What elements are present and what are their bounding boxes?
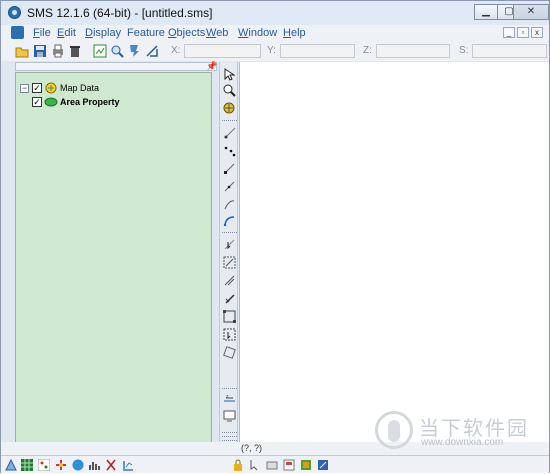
select-arc-icon[interactable] bbox=[223, 238, 236, 251]
window-title: SMS 12.1.6 (64-bit) - [untitled.sms] bbox=[27, 6, 213, 20]
open-icon[interactable] bbox=[15, 44, 29, 58]
quadtree-icon[interactable] bbox=[122, 459, 134, 471]
pin-icon[interactable]: 📌 bbox=[206, 61, 217, 72]
main-toolbar: X: Y: Z: S: bbox=[1, 42, 549, 61]
select-points-icon[interactable] bbox=[223, 144, 236, 157]
tree-item-area-property[interactable]: ✓ Area Property bbox=[32, 96, 202, 110]
close-button[interactable]: ✕ bbox=[513, 4, 549, 20]
map-data-checkbox[interactable]: ✓ bbox=[32, 83, 42, 93]
transform-icon[interactable] bbox=[266, 459, 278, 471]
document-icon[interactable] bbox=[11, 26, 24, 39]
s-label: S: bbox=[459, 45, 469, 56]
get-data-icon[interactable] bbox=[127, 44, 141, 58]
rotate-icon[interactable] bbox=[223, 346, 236, 359]
export-icon[interactable] bbox=[283, 459, 295, 471]
create-node-icon[interactable] bbox=[223, 126, 236, 139]
title-bar: SMS 12.1.6 (64-bit) - [untitled.sms] ▁ ▢… bbox=[1, 1, 549, 25]
map-data-icon bbox=[45, 82, 57, 94]
menu-feature-objects[interactable]: Feature Objects bbox=[127, 27, 205, 39]
create-polygon-icon[interactable] bbox=[223, 274, 236, 287]
x-label: X: bbox=[171, 45, 181, 56]
split-icon[interactable] bbox=[223, 328, 236, 341]
map-module-icon[interactable] bbox=[55, 459, 67, 471]
cursor-coordinates: (?, ?) bbox=[241, 443, 263, 453]
select-region-icon[interactable] bbox=[223, 310, 236, 323]
select-polygon-icon[interactable] bbox=[223, 292, 236, 305]
menu-display[interactable]: Display bbox=[85, 27, 121, 39]
create-arc-icon[interactable] bbox=[223, 198, 236, 211]
scatter-module-icon[interactable] bbox=[37, 458, 51, 472]
menu-file[interactable]: File bbox=[33, 27, 51, 39]
grid-module-icon[interactable] bbox=[21, 459, 33, 471]
watermark-logo-icon bbox=[375, 411, 413, 449]
print-icon[interactable] bbox=[51, 44, 65, 58]
select-vertices-icon[interactable] bbox=[223, 180, 236, 193]
y-label: Y: bbox=[267, 45, 276, 56]
select-all-icon[interactable] bbox=[249, 459, 261, 471]
render-icon[interactable] bbox=[300, 459, 312, 471]
menu-bar: File Edit Display Feature Objects Web Wi… bbox=[1, 25, 549, 42]
collapse-icon[interactable]: − bbox=[20, 84, 29, 93]
gis-module-icon[interactable] bbox=[72, 459, 84, 471]
svg-text:z: z bbox=[226, 394, 229, 400]
watermark: 当下软件园 www.downxia.com bbox=[369, 408, 549, 458]
watermark-url: www.downxia.com bbox=[421, 437, 504, 448]
tree-item-label: Map Data bbox=[60, 83, 100, 93]
z-coordinate-field[interactable] bbox=[376, 44, 450, 58]
mdi-close-button[interactable]: x bbox=[531, 27, 543, 38]
measure-icon[interactable] bbox=[145, 44, 159, 58]
save-icon[interactable] bbox=[33, 44, 47, 58]
cleanup-icon[interactable] bbox=[317, 459, 329, 471]
contour-icon[interactable]: z bbox=[223, 393, 236, 406]
area-property-checkbox[interactable]: ✓ bbox=[32, 97, 42, 107]
tree-item-map-data[interactable]: − ✓ Map Data bbox=[20, 82, 200, 96]
lock-icon[interactable] bbox=[232, 459, 244, 471]
display-options-icon[interactable] bbox=[223, 409, 236, 422]
cross-section-icon[interactable] bbox=[105, 459, 117, 471]
app-window: SMS 12.1.6 (64-bit) - [untitled.sms] ▁ ▢… bbox=[0, 0, 550, 473]
select-nodes-icon[interactable] bbox=[223, 162, 236, 175]
tree-item-label: Area Property bbox=[60, 97, 120, 107]
curved-arc-icon[interactable] bbox=[223, 214, 236, 227]
tool-palette: z bbox=[219, 62, 238, 454]
select-arc-group-icon[interactable] bbox=[223, 256, 236, 269]
mdi-restore-button[interactable]: ▫ bbox=[517, 27, 529, 38]
menu-help[interactable]: Help bbox=[283, 27, 306, 39]
project-explorer: − ✓ Map Data ✓ Area Property bbox=[15, 72, 212, 446]
project-explorer-header bbox=[15, 62, 217, 71]
delete-icon[interactable] bbox=[68, 44, 82, 58]
y-coordinate-field[interactable] bbox=[280, 44, 355, 58]
z-label: Z: bbox=[363, 45, 372, 56]
menu-web[interactable]: Web bbox=[206, 27, 228, 39]
s-coordinate-field[interactable] bbox=[472, 44, 547, 58]
graphics-window[interactable] bbox=[239, 62, 549, 442]
coverage-icon bbox=[44, 97, 58, 107]
particle-module-icon[interactable] bbox=[88, 459, 100, 471]
zoom-tool-icon[interactable] bbox=[223, 84, 236, 97]
pan-tool-icon[interactable] bbox=[223, 102, 236, 115]
select-tool-icon[interactable] bbox=[223, 68, 236, 81]
mesh-module-icon[interactable] bbox=[5, 458, 17, 471]
frame-icon[interactable] bbox=[93, 44, 107, 58]
menu-window[interactable]: Window bbox=[238, 27, 277, 39]
x-coordinate-field[interactable] bbox=[184, 44, 261, 58]
mdi-minimize-button[interactable]: _ bbox=[503, 27, 515, 38]
zoom-icon[interactable] bbox=[110, 44, 124, 58]
minimize-button[interactable]: ▁ bbox=[474, 4, 498, 20]
app-logo-icon bbox=[8, 6, 21, 19]
menu-edit[interactable]: Edit bbox=[57, 27, 76, 39]
